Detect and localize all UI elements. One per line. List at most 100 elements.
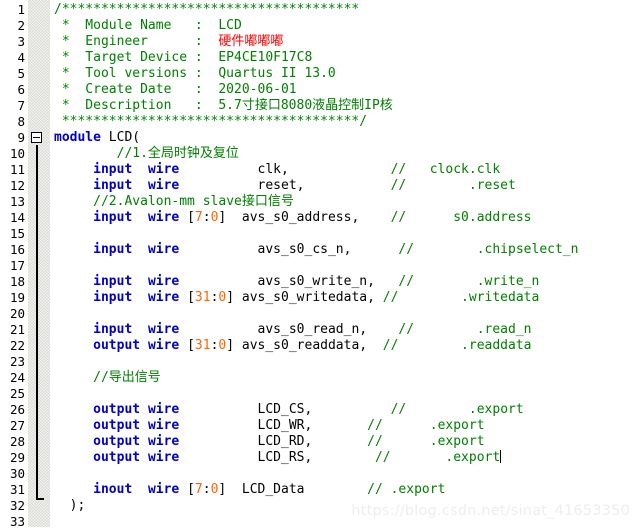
line-number: 17 [9,258,25,273]
comment-slashes: // [367,482,383,497]
code-line-9[interactable]: module LCD( [54,130,632,146]
range-open-bracket: [ [187,338,195,353]
text-caret [500,450,502,463]
keyword-module: module [54,130,101,145]
code-line-22[interactable]: output wire [31:0] avs_s0_readdata, // .… [54,338,632,354]
keyword-output: output [93,450,141,465]
keyword-input: input [93,322,133,337]
line-number: 27 [9,418,25,433]
code-line-32[interactable]: ); [54,498,632,514]
code-line-14[interactable]: input wire [7:0] avs_s0_address, // s0.a… [54,210,632,226]
port-map-export: .export [445,450,501,465]
line-number: 32 [9,498,25,513]
keyword-input: input [93,242,133,257]
range-msb: 7 [194,210,203,225]
port-map-export: .export [429,418,485,433]
code-line-15[interactable] [54,226,632,242]
line-number-gutter: 1 2 3 4 5 6 7 8 9 10 11 12 13 14 15 16 1… [0,0,28,529]
comment-token: * Create Date : 2020-06-01 [54,82,297,97]
code-line-33[interactable] [54,514,632,527]
code-line-1[interactable]: /************************************** [54,2,632,18]
code-line-31[interactable]: inout wire [7:0] LCD_Data // .export [54,482,632,498]
port-map-chipselect-n: .chipselect_n [476,242,579,257]
line-number: 9 [17,130,25,145]
keyword-wire: wire [147,402,180,417]
code-line-3[interactable]: * Engineer : 硬件嘟嘟嘟 [54,34,632,50]
code-line-5[interactable]: * Tool versions : Quartus II 13.0 [54,66,632,82]
port-map-clock-clk: clock.clk [429,162,501,177]
line-number: 3 [17,34,25,49]
port-map-s0-address: s0.address [453,210,532,225]
signal-avs-s0-write-n: avs_s0_write_n, [257,274,375,289]
keyword-wire: wire [147,322,180,337]
code-line-30[interactable] [54,466,632,482]
code-line-24[interactable]: //导出信号 [54,370,632,386]
line-number: 18 [9,274,25,289]
signal-avs-s0-read-n: avs_s0_read_n, [257,322,368,337]
code-line-10[interactable]: //1.全局时钟及复位 [54,146,632,162]
comment-slashes: // [390,162,407,177]
code-line-28[interactable]: output wire LCD_RD, // .export [54,434,632,450]
keyword-output: output [93,402,141,417]
line-number: 14 [9,210,25,225]
signal-lcd-cs: LCD_CS, [257,402,313,417]
code-editor[interactable]: 1 2 3 4 5 6 7 8 9 10 11 12 13 14 15 16 1… [0,0,632,529]
line-number: 24 [9,370,25,385]
line-number: 29 [9,450,25,465]
code-line-7[interactable]: * Description : 5.7寸接口8080液晶控制IP核 [54,98,632,114]
code-line-21[interactable]: input wire avs_s0_read_n, // .read_n [54,322,632,338]
port-map-readdata: .readdata [461,338,532,353]
keyword-wire: wire [147,178,180,193]
range-colon: : [202,210,211,225]
line-number: 2 [17,18,25,33]
comment-slashes: // [382,290,399,305]
keyword-output: output [93,338,141,353]
line-number: 15 [9,226,25,241]
code-line-18[interactable]: input wire avs_s0_write_n, // .write_n [54,274,632,290]
keyword-wire: wire [147,434,180,449]
code-line-26[interactable]: output wire LCD_CS, // .export [54,402,632,418]
fold-collapse-icon[interactable] [31,132,42,143]
code-line-27[interactable]: output wire LCD_WR, // .export [54,418,632,434]
fold-guide-line [36,145,38,500]
code-line-12[interactable]: input wire reset, // .reset [54,178,632,194]
fold-guide-foot [36,498,44,500]
keyword-wire: wire [147,482,180,497]
comment-token: * Tool versions : Quartus II 13.0 [54,66,336,81]
keyword-wire: wire [147,418,180,433]
code-line-19[interactable]: input wire [31:0] avs_s0_writedata, // .… [54,290,632,306]
code-line-11[interactable]: input wire clk, // clock.clk [54,162,632,178]
keyword-input: input [93,178,133,193]
signal-lcd-rd: LCD_RD, [257,434,313,449]
signal-lcd-data: LCD_Data [241,482,305,497]
signal-clk: clk, [257,162,289,177]
keyword-input: input [93,162,133,177]
line-number: 21 [9,322,25,337]
code-line-4[interactable]: * Target Device : EP4CE10F17C8 [54,50,632,66]
code-line-20[interactable] [54,306,632,322]
range-msb: 7 [194,482,203,497]
comment-token: **************************************/ [54,114,368,129]
code-line-16[interactable]: input wire avs_s0_cs_n, // .chipselect_n [54,242,632,258]
line-number: 20 [9,306,25,321]
port-map-write-n: .write_n [476,274,540,289]
fold-margin[interactable] [28,0,50,527]
code-line-25[interactable] [54,386,632,402]
line-number: 30 [9,466,25,481]
line-number: 11 [9,162,25,177]
signal-lcd-rs: LCD_RS, [257,450,313,465]
line-number: 5 [17,66,25,81]
keyword-output: output [93,418,141,433]
comment-slashes: // [374,450,391,465]
code-line-23[interactable] [54,354,632,370]
code-line-6[interactable]: * Create Date : 2020-06-01 [54,82,632,98]
code-line-17[interactable] [54,258,632,274]
code-line-29[interactable]: output wire LCD_RS, // .export [54,450,632,466]
code-text-area[interactable]: /************************************** … [50,0,632,527]
code-line-2[interactable]: * Module Name : LCD [54,18,632,34]
code-line-13[interactable]: //2.Avalon-mm slave接口信号 [54,194,632,210]
line-number: 7 [17,98,25,113]
section-comment-avalon: //2.Avalon-mm slave接口信号 [93,194,294,209]
code-line-8[interactable]: **************************************/ [54,114,632,130]
comment-slashes: // [390,210,407,225]
